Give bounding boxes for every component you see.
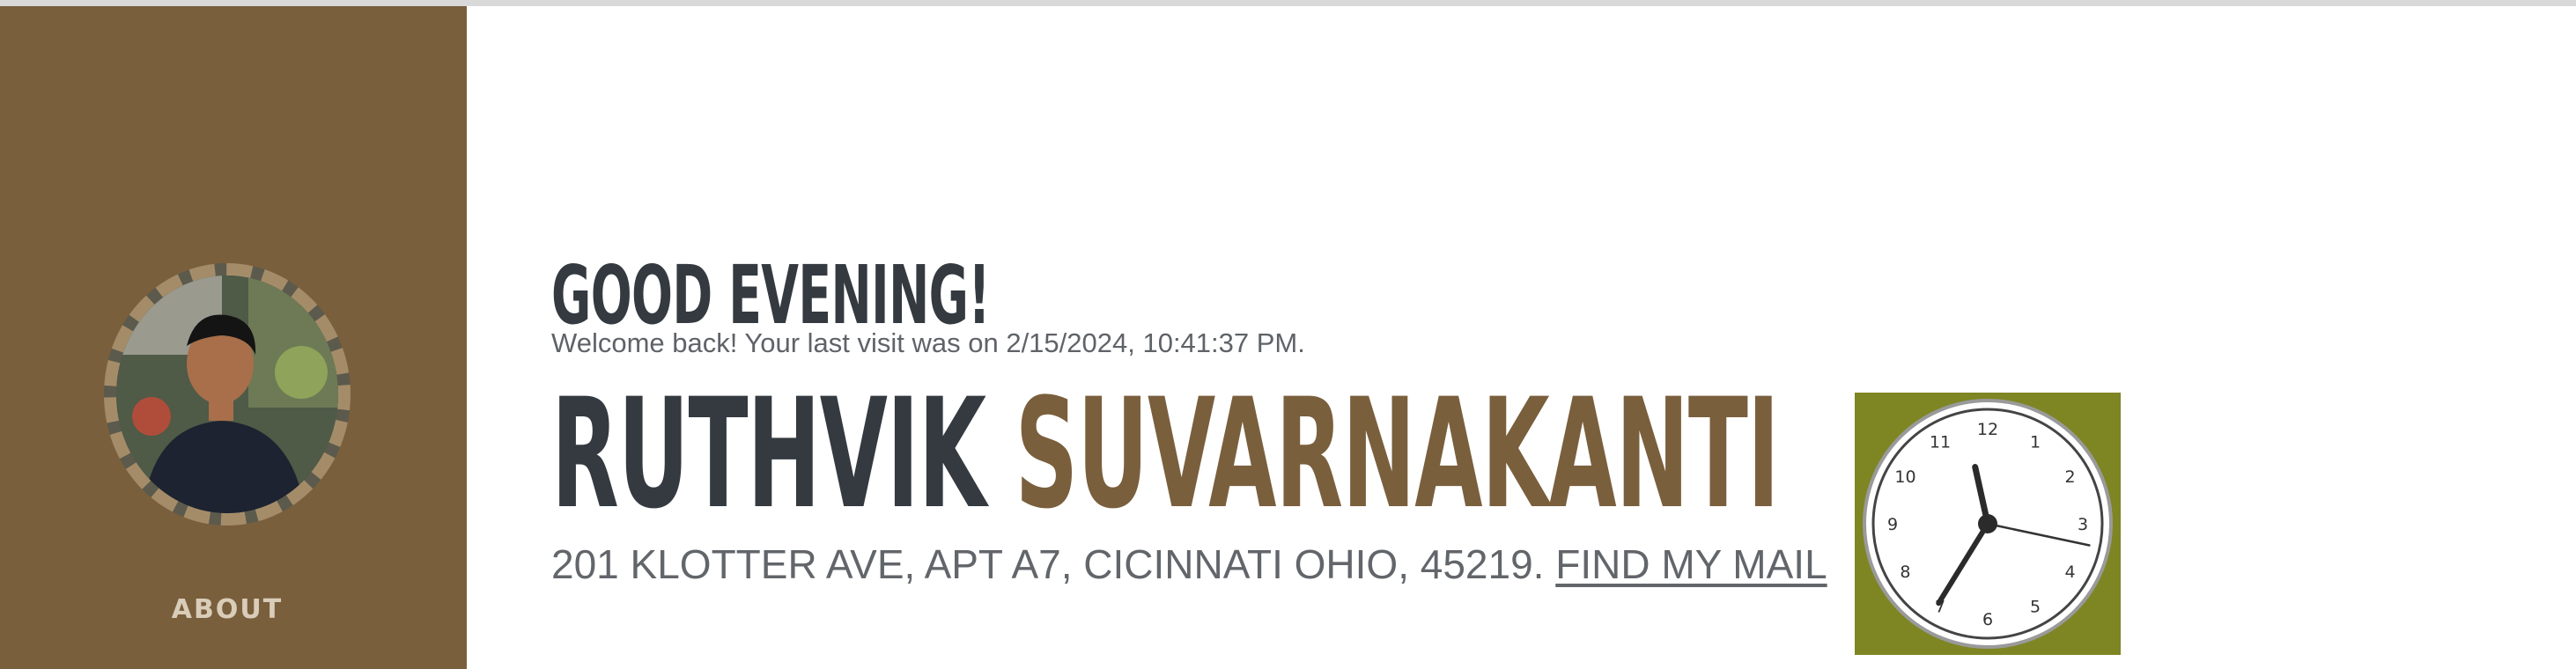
top-border	[0, 0, 2576, 6]
last-visit-message: Welcome back! Your last visit was on 2/1…	[551, 327, 1305, 358]
clock-number: 5	[2030, 598, 2041, 617]
last-name: SUVARNAKANTI	[1015, 365, 1779, 542]
clock-number: 3	[2078, 515, 2088, 534]
clock-number: 11	[1930, 432, 1951, 452]
clock-number: 9	[1887, 515, 1898, 534]
clock-number: 12	[1977, 420, 1998, 439]
avatar	[104, 263, 351, 526]
clock-number: 10	[1894, 467, 1915, 487]
full-name-heading: RUTHVIK SUVARNAKANTI	[551, 379, 1780, 530]
clock-number: 2	[2064, 467, 2075, 487]
analog-clock: 12 1 2 3 4 5 6 7 8 9 10 11	[1855, 393, 2121, 655]
clock-number: 4	[2064, 562, 2075, 582]
clock-number: 1	[2030, 432, 2041, 452]
nav-about-link[interactable]: ABOUT	[0, 594, 454, 625]
first-name: RUTHVIK	[551, 365, 986, 542]
sidebar: ABOUT	[0, 6, 467, 669]
find-my-mail-link[interactable]: FIND MY MAIL	[1555, 541, 1827, 587]
clock-face: 121234567891011	[1863, 399, 2113, 649]
address-text: 201 KLOTTER AVE, APT A7, CICINNATI OHIO,…	[551, 541, 1545, 587]
profile-photo	[116, 276, 338, 513]
clock-number: 8	[1900, 562, 1910, 582]
address-line: 201 KLOTTER AVE, APT A7, CICINNATI OHIO,…	[551, 540, 1827, 588]
greeting-heading: GOOD EVENING!	[551, 247, 991, 342]
clock-number: 6	[1982, 610, 1993, 629]
clock-center	[1978, 514, 1997, 533]
